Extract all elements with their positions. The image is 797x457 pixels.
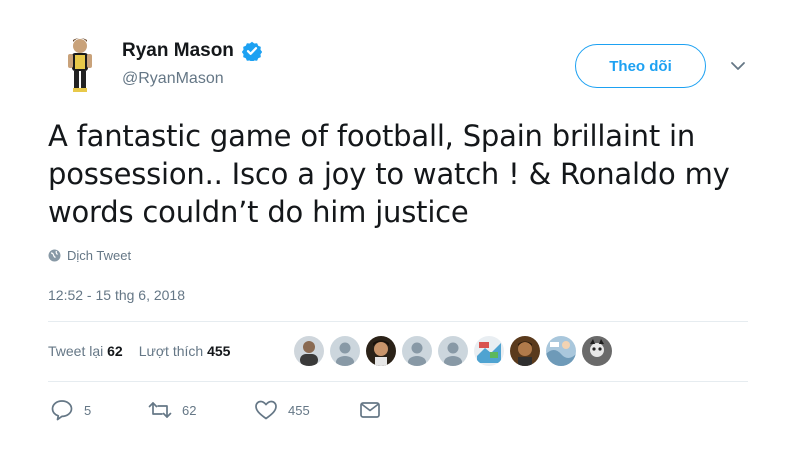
direct-message-button[interactable] [358, 399, 392, 421]
liker-avatar[interactable] [510, 336, 540, 366]
likes-stat[interactable]: Lượt thích 455 [139, 343, 231, 359]
liker-avatar[interactable] [438, 336, 468, 366]
retweet-count: 62 [182, 402, 197, 418]
liker-avatar[interactable] [474, 336, 504, 366]
heart-icon [255, 400, 277, 420]
tweet-timestamp[interactable]: 12:52 - 15 thg 6, 2018 [48, 287, 185, 303]
tweet-actions: 5 62 455 [50, 398, 392, 422]
translate-label: Dịch Tweet [67, 248, 132, 263]
verified-badge-icon [242, 41, 263, 63]
follow-button[interactable]: Theo dõi [575, 44, 706, 88]
chevron-down-icon[interactable] [728, 58, 748, 74]
translate-tweet-link[interactable]: Dịch Tweet [48, 248, 131, 263]
message-icon [360, 402, 380, 418]
divider [48, 321, 748, 322]
reply-count: 5 [84, 402, 92, 418]
retweet-button[interactable]: 62 [148, 399, 254, 421]
retweets-label: Tweet lại [48, 343, 108, 359]
reply-button[interactable]: 5 [50, 399, 148, 421]
reply-icon [51, 400, 73, 421]
tweet-card: Ryan Mason @RyanMason Theo dõi A fantast… [0, 0, 797, 457]
user-names: Ryan Mason @RyanMason [122, 40, 263, 88]
liker-avatar[interactable] [366, 336, 396, 366]
display-name[interactable]: Ryan Mason [122, 40, 234, 62]
globe-icon [48, 249, 61, 262]
liker-avatar[interactable] [582, 336, 612, 366]
retweets-count: 62 [107, 343, 123, 359]
like-button[interactable]: 455 [254, 399, 358, 421]
likes-count: 455 [207, 343, 231, 359]
tweet-header: Ryan Mason @RyanMason Theo dõi [48, 34, 758, 98]
divider [48, 381, 748, 382]
liker-avatar[interactable] [546, 336, 576, 366]
retweets-stat[interactable]: Tweet lại 62 [48, 343, 123, 359]
like-count: 455 [288, 402, 310, 418]
tweet-stats: Tweet lại 62 Lượt thích 455 [48, 336, 246, 366]
tweet-text: A fantastic game of football, Spain bril… [48, 119, 730, 229]
likes-label: Lượt thích [138, 343, 208, 359]
avatar[interactable] [48, 34, 112, 98]
retweet-icon [148, 402, 172, 418]
user-handle[interactable]: @RyanMason [122, 70, 262, 88]
liker-avatar[interactable] [402, 336, 432, 366]
liker-avatars [294, 336, 618, 366]
liker-avatar[interactable] [294, 336, 324, 366]
liker-avatar[interactable] [330, 336, 360, 366]
